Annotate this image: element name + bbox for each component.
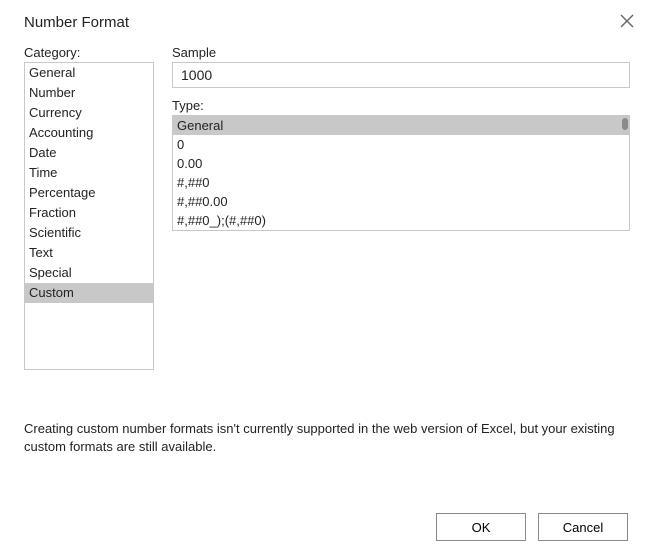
info-note: Creating custom number formats isn't cur…	[24, 420, 626, 456]
type-option[interactable]: #,##0_);(#,##0)	[173, 211, 629, 230]
category-option[interactable]: Fraction	[25, 203, 153, 223]
dialog-buttons: OK Cancel	[436, 513, 628, 541]
category-list[interactable]: GeneralNumberCurrencyAccountingDateTimeP…	[24, 62, 154, 370]
category-option[interactable]: Currency	[25, 103, 153, 123]
category-label: Category:	[24, 45, 154, 60]
ok-button[interactable]: OK	[436, 513, 526, 541]
type-option[interactable]: General	[173, 116, 629, 135]
type-list[interactable]: General00.00#,##0#,##0.00#,##0_);(#,##0)…	[172, 115, 630, 231]
type-option[interactable]: 0.00	[173, 154, 629, 173]
type-option[interactable]: 0	[173, 135, 629, 154]
category-option[interactable]: Scientific	[25, 223, 153, 243]
sample-value: 1000	[172, 62, 630, 88]
category-option[interactable]: Number	[25, 83, 153, 103]
sample-label: Sample	[172, 45, 630, 60]
cancel-button[interactable]: Cancel	[538, 513, 628, 541]
category-option[interactable]: Date	[25, 143, 153, 163]
type-option[interactable]: #,##0_);[Red](#,##0)	[173, 230, 629, 231]
type-label: Type:	[172, 98, 630, 113]
category-option[interactable]: Text	[25, 243, 153, 263]
type-option[interactable]: #,##0.00	[173, 192, 629, 211]
dialog-title: Number Format	[24, 14, 630, 31]
category-option[interactable]: Special	[25, 263, 153, 283]
category-option[interactable]: Time	[25, 163, 153, 183]
category-option[interactable]: Custom	[25, 283, 153, 303]
number-format-dialog: Number Format Category: GeneralNumberCur…	[0, 0, 650, 559]
category-option[interactable]: General	[25, 63, 153, 83]
category-option[interactable]: Percentage	[25, 183, 153, 203]
category-option[interactable]: Accounting	[25, 123, 153, 143]
scrollbar-thumb[interactable]	[622, 118, 628, 130]
close-icon[interactable]	[620, 14, 634, 28]
type-option[interactable]: #,##0	[173, 173, 629, 192]
